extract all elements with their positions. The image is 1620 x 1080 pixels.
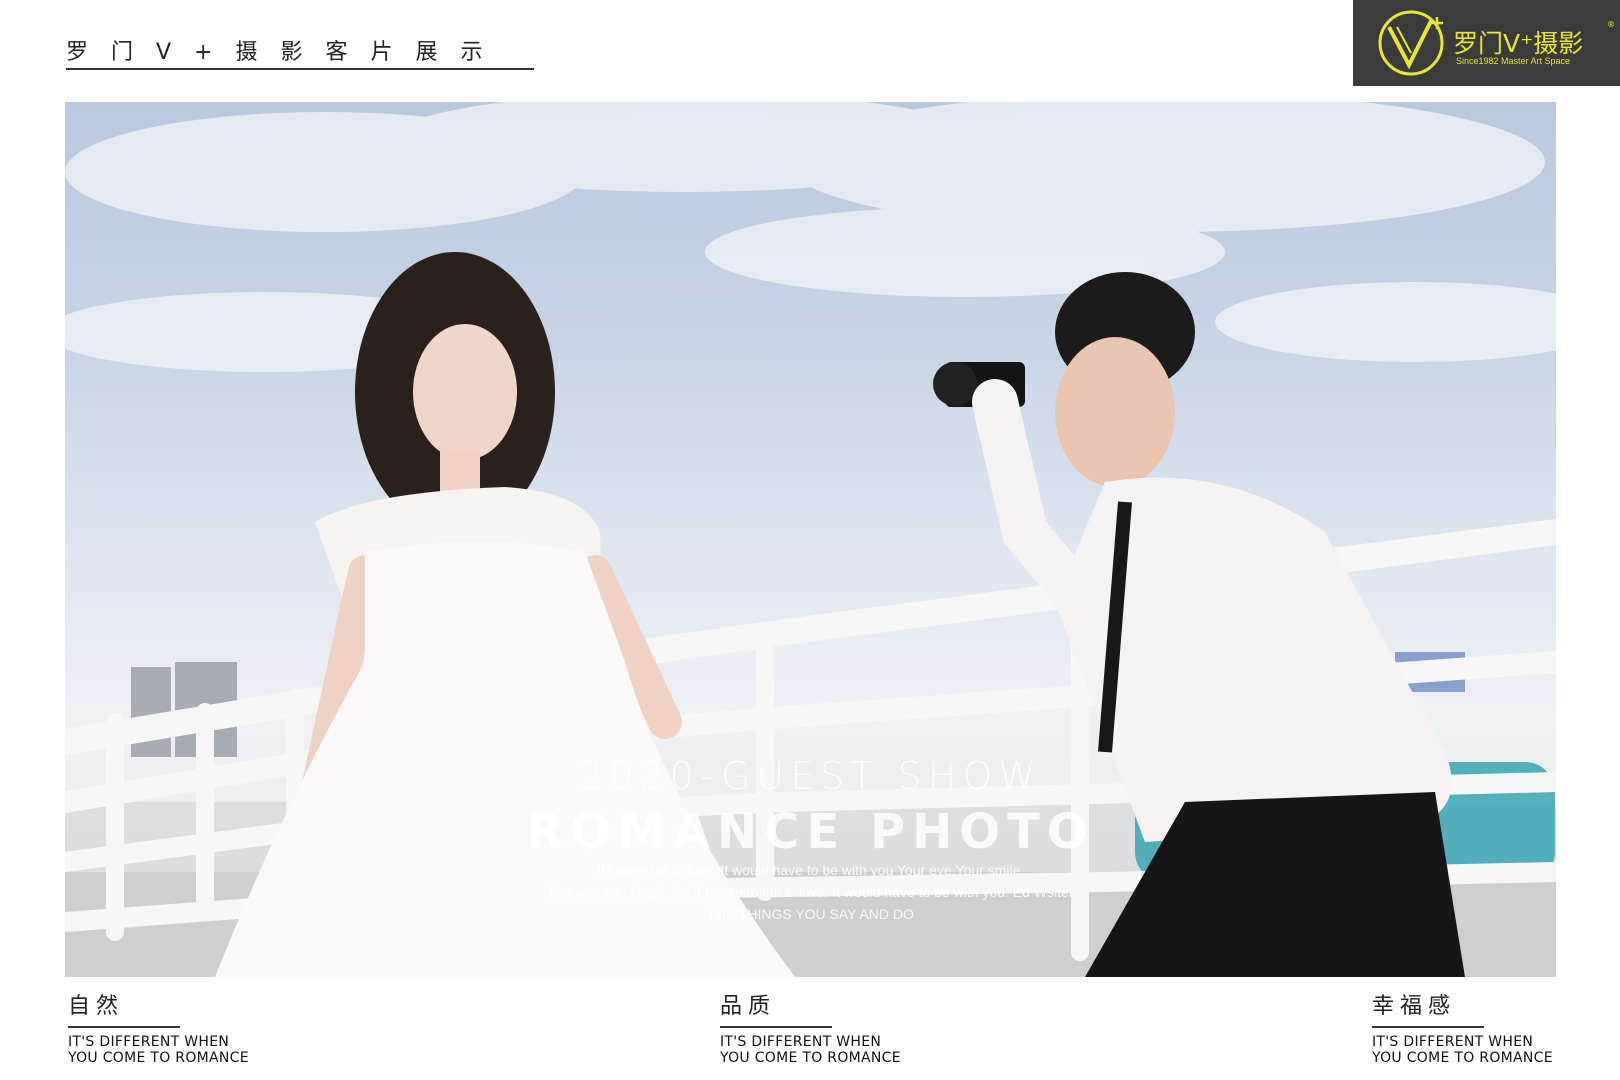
caption-title: 品质 [720, 994, 777, 1019]
caption-rule [1372, 1026, 1484, 1028]
overlay-year: 2020-GUEST SHOW [579, 754, 1042, 798]
caption-line-2: YOU COME TO ROMANCE [720, 1050, 901, 1066]
caption-happiness: 幸福感 IT'S DIFFERENT WHEN YOU COME TO ROMA… [1372, 988, 1553, 1066]
caption-natural: 自然 IT'S DIFFERENT WHEN YOU COME TO ROMAN… [68, 988, 249, 1066]
caption-line-1: IT'S DIFFERENT WHEN [720, 1034, 882, 1050]
logo-tagline: Since1982 Master Art Space [1456, 56, 1571, 66]
caption-rule [720, 1026, 832, 1028]
caption-title: 幸福感 [1372, 994, 1457, 1019]
featured-photo: 2020-GUEST SHOW ROMANCE PHOTO If I were … [65, 102, 1556, 977]
registered-mark: ® [1607, 20, 1615, 29]
caption-line-2: YOU COME TO ROMANCE [68, 1050, 249, 1066]
clouds [65, 102, 1556, 372]
overlay-line-3: THE THINGS YOU SAY AND DO [707, 906, 914, 922]
page-title: 罗门V+摄影客片展示 [66, 40, 506, 65]
caption-line-1: IT'S DIFFERENT WHEN [68, 1034, 230, 1050]
overlay-title: ROMANCE PHOTO [526, 804, 1095, 860]
overlay-line-2: The way you laugh. So,if I were to fall … [547, 884, 1074, 900]
caption-line-1: IT'S DIFFERENT WHEN [1372, 1034, 1534, 1050]
title-underline [66, 68, 534, 70]
caption-quality: 品质 IT'S DIFFERENT WHEN YOU COME TO ROMAN… [720, 988, 901, 1066]
logo-name: 罗门V⁺摄影 [1453, 29, 1584, 58]
caption-title: 自然 [68, 994, 125, 1019]
caption-line-2: YOU COME TO ROMANCE [1372, 1050, 1553, 1066]
brand-logo[interactable]: 罗门V⁺摄影 ® Since1982 Master Art Space [1353, 0, 1620, 86]
overlay-line-1: If I were fall in love. It would have to… [596, 862, 1025, 878]
logo-v-emblem-icon [1378, 10, 1444, 76]
caption-rule [68, 1026, 180, 1028]
